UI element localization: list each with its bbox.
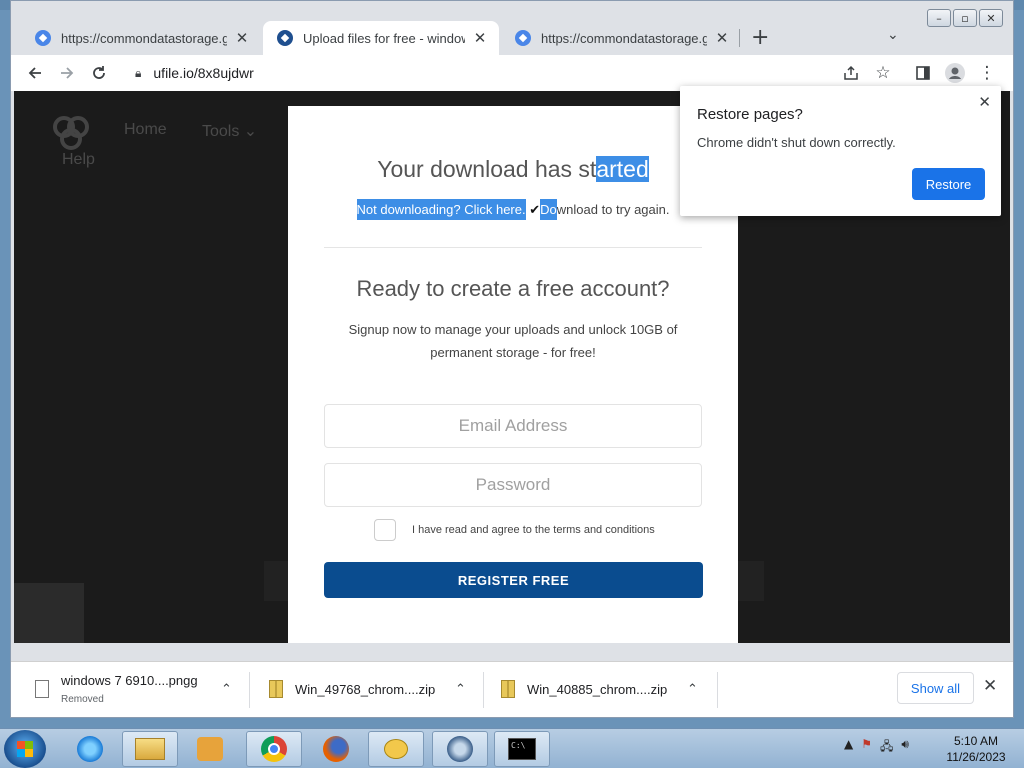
tab-title: https://commondatastorage.goo	[541, 30, 707, 46]
globe-icon	[35, 30, 51, 46]
clock-time: 5:10 AM	[953, 734, 999, 748]
maximize-button[interactable]: ▫	[953, 9, 977, 27]
shelf-separator	[483, 672, 484, 708]
chevron-up-icon[interactable]: ⌃	[221, 681, 232, 697]
address-bar[interactable]: 🔒︎ ufile.io/8x8ujdwr	[123, 59, 903, 87]
url-text: ufile.io/8x8ujdwr	[153, 65, 254, 81]
create-account-heading: Ready to create a free account?	[356, 276, 670, 301]
command-prompt-icon[interactable]: C:\	[494, 731, 550, 767]
email-field[interactable]	[324, 404, 702, 448]
download-filename: Win_40885_chrom....zip	[527, 681, 668, 697]
title-selected-text: arted	[596, 156, 649, 182]
close-tab-icon[interactable]: ✕	[471, 29, 489, 47]
zip-icon	[269, 680, 283, 698]
reload-icon[interactable]	[87, 61, 111, 85]
minimize-button[interactable]: –	[927, 9, 951, 27]
password-field[interactable]	[324, 463, 702, 507]
click-here-link[interactable]: Not downloading? Click here.	[356, 199, 526, 220]
nav-tools[interactable]: Tools ⌄	[202, 121, 257, 141]
tab-title: https://commondatastorage.goo	[61, 30, 227, 46]
network-icon[interactable]: 🖧︎	[880, 737, 893, 758]
register-free-button[interactable]: REGISTER FREE	[324, 562, 703, 598]
terms-row: I have read and agree to the terms and c…	[374, 519, 655, 541]
restore-pages-popup: Restore pages? Chrome didn't shut down c…	[680, 86, 1001, 216]
notes-app-icon[interactable]	[368, 731, 424, 767]
windows-taskbar: C:\ ▲ ⚑ 🖧︎ 🔊︎ 5:10 AM 11/26/2023	[0, 728, 1024, 768]
terms-checkbox[interactable]	[374, 519, 396, 541]
chrome-icon[interactable]	[246, 731, 302, 767]
document-icon	[35, 680, 49, 698]
download-item[interactable]: windows 7 6910....pngg Removed ⌃	[35, 662, 235, 716]
back-arrow-icon[interactable]	[23, 61, 47, 85]
download-item[interactable]: Win_40885_chrom....zip ⌃	[501, 662, 701, 716]
share-icon[interactable]	[839, 61, 863, 85]
shelf-separator	[717, 672, 718, 708]
title-text: Your download has st	[377, 156, 597, 182]
download-filename: windows 7 6910....pngg	[61, 673, 198, 688]
internet-explorer-icon[interactable]	[62, 731, 118, 767]
steam-like-app-icon[interactable]	[432, 731, 488, 767]
start-button[interactable]	[4, 730, 46, 768]
bookmark-star-icon[interactable]: ☆	[871, 61, 895, 85]
tab-title: Upload files for free - windows 7	[303, 30, 465, 46]
tab-commondatastorage-2[interactable]: https://commondatastorage.goo ✕	[501, 21, 741, 55]
download-modal: Your download has started Not downloadin…	[288, 106, 738, 643]
window-controls: – ▫ ✕	[927, 9, 1003, 27]
shelf-separator	[249, 672, 250, 708]
ufile-logo-icon	[53, 116, 89, 150]
firefox-icon[interactable]	[308, 731, 364, 767]
download-retry-line: Not downloading? Click here. ✔Download t…	[288, 199, 738, 220]
nav-help[interactable]: Help	[62, 151, 95, 169]
show-all-button[interactable]: Show all	[897, 672, 974, 704]
download-status: Removed	[61, 694, 104, 705]
close-tab-icon[interactable]: ✕	[713, 29, 731, 47]
restore-title: Restore pages?	[697, 106, 803, 123]
tab-strip: https://commondatastorage.goo ✕ Upload f…	[11, 19, 1013, 55]
tab-ufile[interactable]: Upload files for free - windows 7 ✕	[263, 21, 499, 55]
terms-label: I have read and agree to the terms and c…	[412, 524, 655, 536]
nav-home[interactable]: Home	[124, 121, 167, 139]
lock-icon[interactable]: 🔒︎	[135, 66, 141, 81]
menu-kebab-icon[interactable]: ⋮	[975, 61, 999, 85]
globe-icon	[515, 30, 531, 46]
side-panel-icon[interactable]	[911, 61, 935, 85]
download-started-title: Your download has started	[288, 156, 738, 183]
divider	[324, 247, 702, 248]
checkmark-icon: ✔	[529, 202, 541, 217]
recaptcha-badge	[14, 583, 84, 643]
system-tray: ▲ ⚑ 🖧︎ 🔊︎	[844, 737, 909, 758]
action-center-flag-icon[interactable]: ⚑	[861, 737, 872, 758]
close-window-button[interactable]: ✕	[979, 9, 1003, 27]
chevron-up-icon[interactable]: ⌃	[687, 681, 698, 697]
restore-button[interactable]: Restore	[912, 168, 985, 200]
media-player-icon[interactable]	[182, 731, 238, 767]
close-shelf-icon[interactable]: ✕	[983, 676, 997, 696]
chevron-up-icon[interactable]: ⌃	[455, 681, 466, 697]
download-shelf: windows 7 6910....pngg Removed ⌃ Win_497…	[11, 661, 1013, 717]
selected-text: Do	[540, 199, 557, 220]
restore-message: Chrome didn't shut down correctly.	[697, 135, 896, 150]
zip-icon	[501, 680, 515, 698]
new-tab-button[interactable]: +	[751, 25, 769, 50]
ufile-favicon-icon	[277, 30, 293, 46]
tab-commondatastorage-1[interactable]: https://commondatastorage.goo ✕	[21, 21, 261, 55]
retry-text: wnload to try again.	[556, 202, 670, 217]
forward-arrow-icon[interactable]	[55, 61, 79, 85]
close-popup-icon[interactable]: ✕	[978, 93, 991, 111]
file-explorer-icon[interactable]	[122, 731, 178, 767]
tab-separator	[739, 29, 740, 47]
profile-avatar-icon[interactable]	[943, 61, 967, 85]
signup-description: Signup now to manage your uploads and un…	[348, 322, 678, 360]
taskbar-clock[interactable]: 5:10 AM 11/26/2023	[940, 733, 1012, 765]
close-tab-icon[interactable]: ✕	[233, 29, 251, 47]
tab-search-chevron-icon[interactable]: ⌄	[887, 27, 899, 43]
download-item[interactable]: Win_49768_chrom....zip ⌃	[269, 662, 469, 716]
show-hidden-icons-icon[interactable]: ▲	[844, 737, 853, 758]
volume-icon[interactable]: 🔊︎	[901, 737, 909, 758]
clock-date: 11/26/2023	[946, 750, 1006, 764]
download-filename: Win_49768_chrom....zip	[295, 681, 436, 697]
